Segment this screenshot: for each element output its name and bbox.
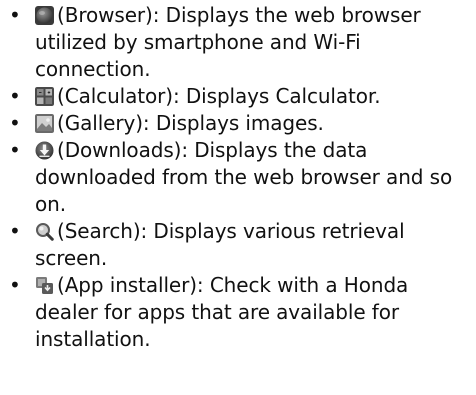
- bullet: •: [9, 219, 21, 243]
- bullet: •: [9, 84, 21, 108]
- bullet: •: [9, 138, 21, 162]
- search-magnifier-icon: [35, 222, 54, 241]
- item-text: (Downloads): Displays the data downloade…: [35, 138, 453, 216]
- calculator-icon: [35, 87, 54, 106]
- list-item-calculator: • (Calculator): Displays Calculator.: [0, 83, 476, 110]
- item-text: (Browser): Displays the web browser util…: [35, 3, 421, 81]
- item-text: (Gallery): Displays images.: [57, 111, 324, 135]
- item-text: (Search): Displays various retrieval scr…: [35, 219, 405, 270]
- bullet: •: [9, 111, 21, 135]
- list-item-gallery: • (Gallery): Displays images.: [0, 110, 476, 137]
- download-arrow-icon: [35, 141, 54, 160]
- app-description-list: • (Browser): Displays the web browser ut…: [0, 0, 476, 353]
- browser-globe-icon: [35, 6, 54, 25]
- app-installer-icon: [35, 276, 54, 295]
- bullet: •: [9, 3, 21, 27]
- list-item-browser: • (Browser): Displays the web browser ut…: [0, 2, 476, 83]
- item-text: (Calculator): Displays Calculator.: [57, 84, 381, 108]
- bullet: •: [9, 273, 21, 297]
- list-item-search: • (Search): Displays various retrieval s…: [0, 218, 476, 272]
- gallery-picture-icon: [35, 114, 54, 133]
- list-item-app-installer: • (App installer): Check with a Honda de…: [0, 272, 476, 353]
- list-item-downloads: • (Downloads): Displays the data downloa…: [0, 137, 476, 218]
- item-text: (App installer): Check with a Honda deal…: [35, 273, 409, 351]
